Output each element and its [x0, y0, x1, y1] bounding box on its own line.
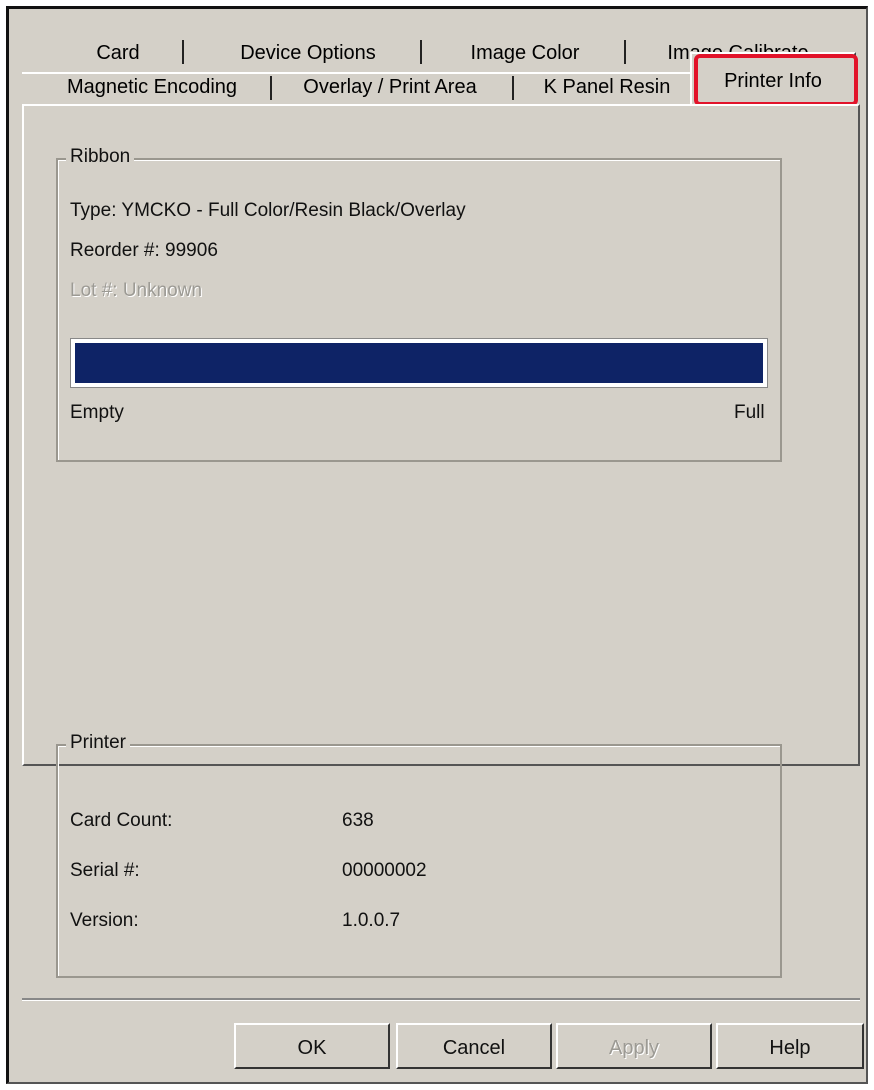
help-button[interactable]: Help: [716, 1023, 864, 1069]
serial-value: 00000002: [342, 860, 427, 881]
tab-separator: [512, 76, 514, 100]
tab-separator: [270, 76, 272, 100]
tab-separator: [420, 40, 422, 64]
tab-separator: [182, 40, 184, 64]
ribbon-reorder: Reorder #: 99906: [70, 240, 218, 261]
cancel-button[interactable]: Cancel: [396, 1023, 552, 1069]
tab-overlay-print-area[interactable]: Overlay / Print Area: [280, 70, 500, 104]
ribbon-lot: Lot #: Unknown: [70, 280, 203, 301]
version-value: 1.0.0.7: [342, 910, 401, 931]
apply-button[interactable]: Apply: [556, 1023, 712, 1069]
tab-device-options[interactable]: Device Options: [210, 36, 406, 70]
version-label: Version:: [70, 910, 139, 931]
tab-image-color[interactable]: Image Color: [440, 36, 610, 70]
serial-label: Serial #:: [70, 860, 140, 881]
tab-magnetic-encoding[interactable]: Magnetic Encoding: [40, 70, 264, 104]
tab-separator: [624, 40, 626, 64]
card-count-value: 638: [342, 810, 374, 831]
tab-printer-info[interactable]: Printer Info: [694, 64, 852, 98]
ok-button[interactable]: OK: [234, 1023, 390, 1069]
ribbon-full-label: Full: [734, 402, 765, 423]
ribbon-level-bar: [70, 338, 768, 388]
ribbon-group-legend: Ribbon: [66, 146, 135, 168]
ribbon-type: Type: YMCKO - Full Color/Resin Black/Ove…: [70, 200, 466, 221]
ribbon-level-fill: [75, 343, 763, 383]
button-area-divider: [22, 998, 860, 1000]
printer-group-legend: Printer: [66, 732, 130, 754]
tab-k-panel-resin[interactable]: K Panel Resin: [524, 70, 690, 104]
ribbon-empty-label: Empty: [70, 402, 124, 423]
tab-card[interactable]: Card: [70, 36, 166, 70]
card-count-label: Card Count:: [70, 810, 173, 831]
